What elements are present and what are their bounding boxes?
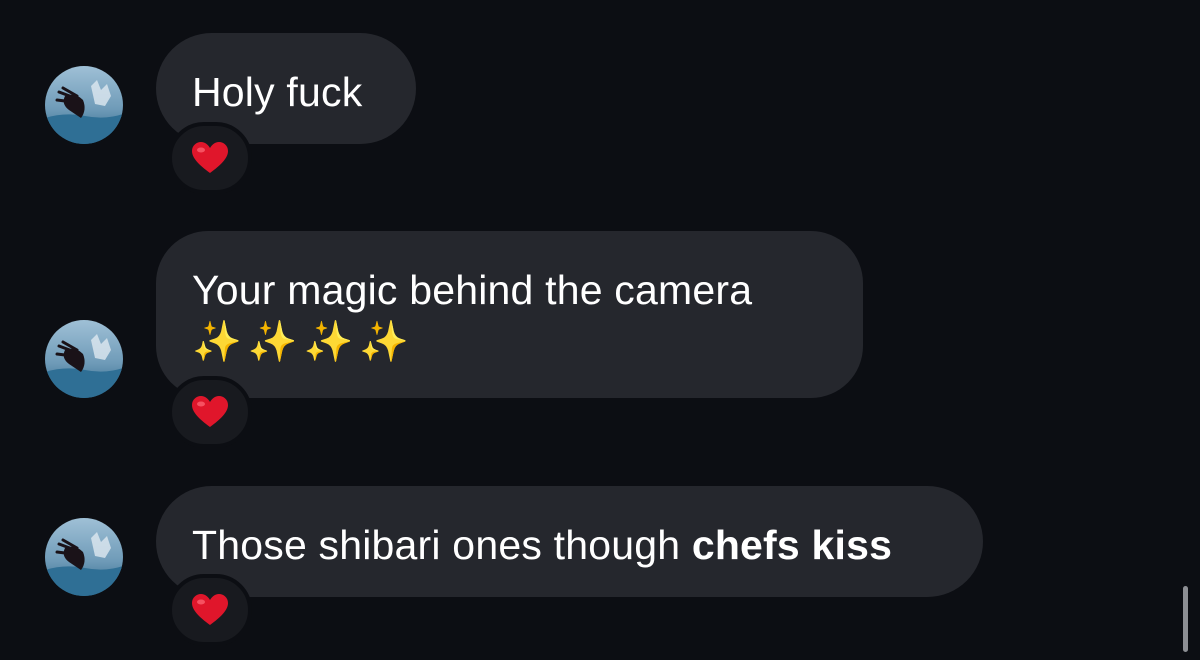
message-text: Holy fuck [192,69,363,115]
avatar-photo [45,518,123,596]
message-text: Those shibari ones though [192,522,692,568]
sender-avatar[interactable] [45,66,123,144]
scrollbar-thumb[interactable] [1183,586,1188,652]
reaction-badge[interactable] [168,122,252,194]
message-text: Your magic behind the camera [192,267,753,313]
red-heart-icon [192,594,228,625]
message-bold-text: chefs kiss [691,522,893,568]
sender-avatar[interactable] [45,518,123,596]
red-heart-icon [192,142,228,173]
reaction-badge[interactable] [168,376,252,448]
sender-avatar[interactable] [45,320,123,398]
message-bubble[interactable]: Those shibari ones though chefs kiss [156,486,983,597]
avatar-photo [45,320,123,398]
message-thread: Holy fuck Your magic behind the camera ✨… [0,0,1200,660]
reaction-badge[interactable] [168,574,252,646]
message-bubble[interactable]: Your magic behind the camera ✨✨✨✨ [156,231,863,398]
sparkles-emoji: ✨✨✨✨ [192,319,416,365]
avatar-photo [45,66,123,144]
red-heart-icon [192,396,228,427]
